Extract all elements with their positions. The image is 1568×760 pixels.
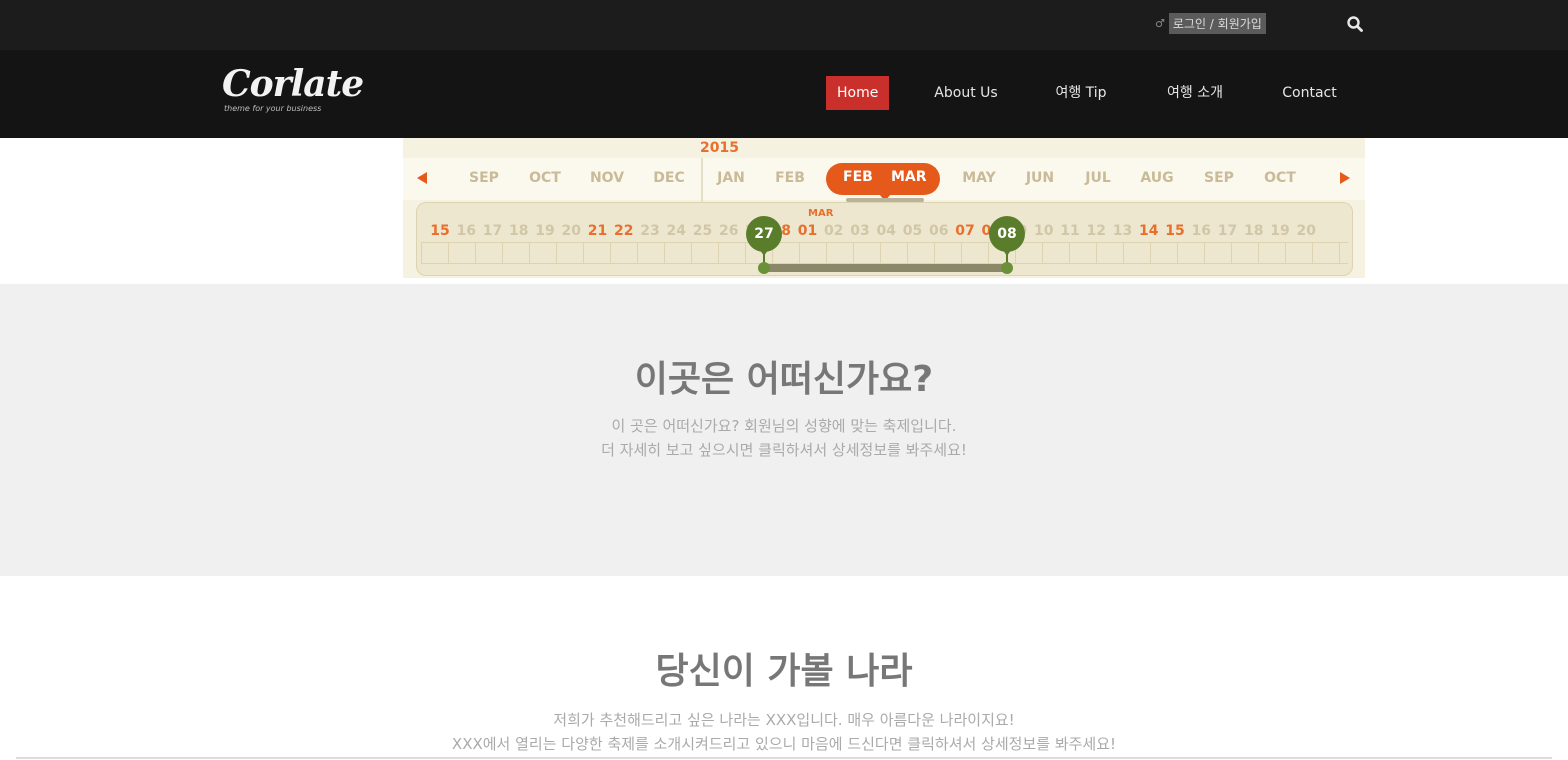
month-item[interactable]: SEP [1194, 170, 1244, 186]
countries-title: 당신이 가볼 나라 [655, 651, 913, 692]
day-item[interactable]: 15 [1162, 223, 1188, 239]
day-item[interactable]: 16 [453, 223, 479, 239]
recommendation-section: 이곳은 어떠신가요? 이 곳은 어떠신가요? 회원님의 성향에 맞는 축제입니다… [0, 284, 1568, 576]
selected-month-start[interactable]: FEB [843, 169, 873, 185]
day-item[interactable]: 14 [1136, 223, 1162, 239]
festival-timeline: 2015 SEP OCT NOV DEC JAN FEB FEB MAR MAY… [403, 138, 1365, 278]
day-item[interactable]: 04 [873, 223, 899, 239]
nav-home[interactable]: Home [826, 76, 889, 110]
nav-travel-intro[interactable]: 여행 소개 [1162, 76, 1228, 110]
range-dot-start [758, 262, 770, 274]
day-item[interactable]: 05 [900, 223, 926, 239]
march-marker-label: MAR [808, 208, 834, 219]
month-item[interactable]: DEC [644, 170, 694, 186]
logo-tagline: theme for your business [224, 104, 322, 113]
day-item[interactable]: 19 [1267, 223, 1293, 239]
countries-line-2: XXX에서 열리는 다양한 축제를 소개시켜드리고 있으니 마음에 드신다면 클… [451, 735, 1117, 753]
day-item[interactable]: 22 [611, 223, 637, 239]
month-item[interactable]: JUL [1073, 170, 1123, 186]
month-item[interactable]: JUN [1015, 170, 1065, 186]
day-item[interactable]: 18 [1241, 223, 1267, 239]
day-item[interactable]: 21 [585, 223, 611, 239]
year-divider [701, 158, 703, 202]
month-item[interactable]: JAN [706, 170, 756, 186]
section-divider [16, 757, 1552, 759]
day-item[interactable]: 20 [1293, 223, 1319, 239]
day-item[interactable]: 25 [690, 223, 716, 239]
day-item[interactable]: 03 [847, 223, 873, 239]
day-item[interactable]: 16 [1188, 223, 1214, 239]
range-dot-end [1001, 262, 1013, 274]
countries-section: 당신이 가볼 나라 저희가 추천해드리고 싶은 나라는 XXX입니다. 매우 아… [0, 576, 1568, 760]
nav-contact[interactable]: Contact [1281, 76, 1338, 110]
search-icon[interactable] [1346, 15, 1364, 33]
day-item[interactable]: 11 [1057, 223, 1083, 239]
arrow-right-icon[interactable] [1340, 172, 1350, 184]
nav-about-us[interactable]: About Us [932, 76, 1000, 110]
month-item[interactable]: OCT [520, 170, 570, 186]
day-tick-strip [421, 242, 1348, 264]
countries-line-1: 저희가 추천해드리고 싶은 나라는 XXX입니다. 매우 아름다운 나라이지요! [553, 711, 1015, 729]
day-item[interactable]: 17 [1215, 223, 1241, 239]
recommendation-title: 이곳은 어떠신가요? [634, 359, 934, 400]
range-handle-end[interactable]: 08 [989, 216, 1025, 256]
day-item[interactable]: 12 [1083, 223, 1109, 239]
month-item[interactable]: FEB [765, 170, 815, 186]
login-link[interactable]: ♂ 로그인 / 회원가입 [1155, 12, 1266, 34]
arrow-left-icon[interactable] [417, 172, 427, 184]
timeline-year: 2015 [700, 140, 739, 156]
nav-travel-tip[interactable]: 여행 Tip [1050, 76, 1112, 110]
date-range-bar [764, 264, 1008, 272]
day-item[interactable]: 10 [1031, 223, 1057, 239]
day-item[interactable]: 18 [506, 223, 532, 239]
day-item[interactable]: 24 [663, 223, 689, 239]
day-item[interactable]: 01 [795, 223, 821, 239]
day-item[interactable]: 26 [716, 223, 742, 239]
selected-month-end[interactable]: MAR [891, 169, 927, 185]
top-bar: ♂ 로그인 / 회원가입 [0, 0, 1568, 50]
day-item[interactable]: 15 [427, 223, 453, 239]
day-item[interactable]: 06 [926, 223, 952, 239]
day-item[interactable]: 19 [532, 223, 558, 239]
month-item[interactable]: AUG [1132, 170, 1182, 186]
month-item[interactable]: SEP [459, 170, 509, 186]
user-icon: ♂ [1155, 16, 1165, 30]
day-item[interactable]: 02 [821, 223, 847, 239]
main-navbar: Corlate theme for your business Home Abo… [0, 50, 1568, 138]
logo[interactable]: Corlate theme for your business [222, 63, 364, 120]
recommendation-line-1: 이 곳은 어떠신가요? 회원님의 성향에 맞는 축제입니다. [611, 417, 957, 435]
day-item[interactable]: 23 [637, 223, 663, 239]
login-signup-text[interactable]: 로그인 / 회원가입 [1168, 12, 1266, 34]
day-item[interactable]: 07 [952, 223, 978, 239]
range-handle-start[interactable]: 27 [746, 216, 782, 256]
day-item[interactable]: 13 [1110, 223, 1136, 239]
month-item[interactable]: MAY [954, 170, 1004, 186]
day-item[interactable]: 20 [558, 223, 584, 239]
recommendation-line-2: 더 자세히 보고 싶으시면 클릭하셔서 상세정보를 봐주세요! [601, 441, 967, 459]
month-item[interactable]: OCT [1255, 170, 1305, 186]
day-item[interactable]: 17 [480, 223, 506, 239]
logo-wordmark: Corlate [222, 63, 364, 105]
month-item[interactable]: NOV [582, 170, 632, 186]
